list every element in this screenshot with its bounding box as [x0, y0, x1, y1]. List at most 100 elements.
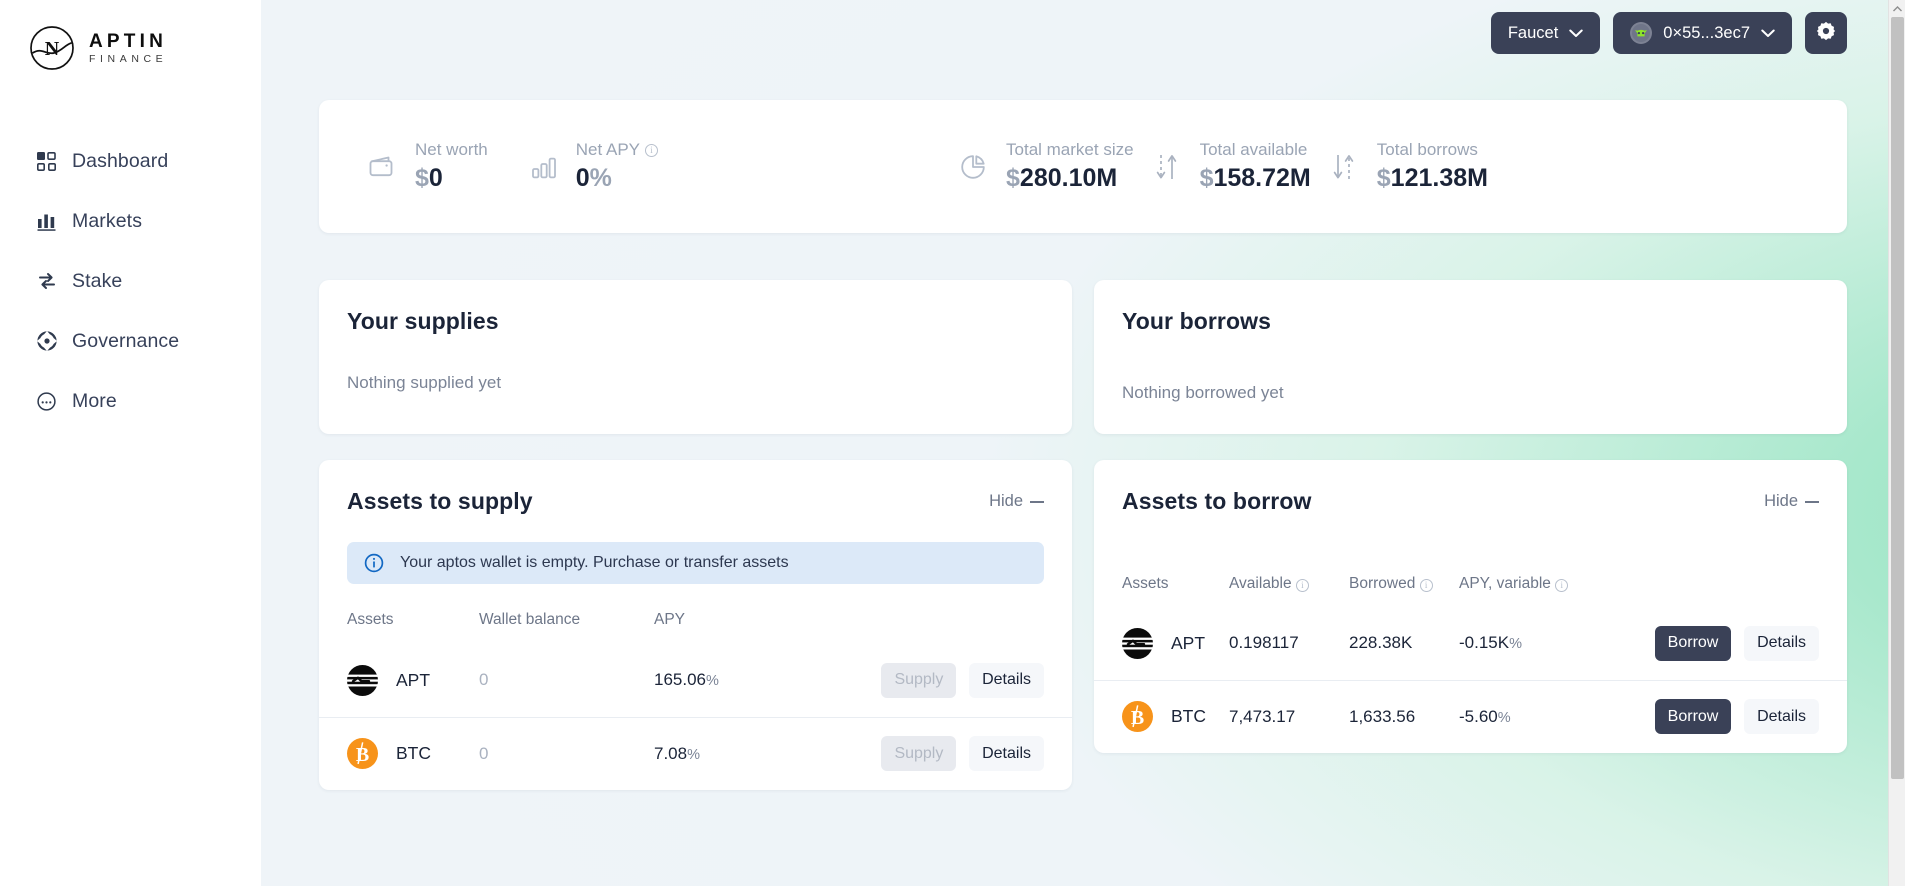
banner-text: Your aptos wallet is empty. Purchase or … — [400, 554, 789, 571]
apy-unit: % — [1497, 709, 1511, 726]
borrow-button[interactable]: Borrow — [1654, 625, 1732, 661]
wallet-icon — [367, 152, 397, 182]
value-number: 121.38M — [1390, 163, 1488, 192]
panel-header: Your supplies — [319, 280, 1072, 335]
hide-toggle-button[interactable]: Hide — [1764, 488, 1819, 511]
stat-total-borrows: Total borrows $121.38M — [1376, 139, 1488, 192]
stat-value: $280.10M — [1006, 163, 1134, 193]
svg-text:N: N — [45, 38, 60, 60]
table-row[interactable]: APT 0.198117 228.38K -0.15K% Borrow Deta… — [1094, 607, 1847, 680]
details-button[interactable]: Details — [969, 736, 1044, 772]
info-icon[interactable]: i — [645, 143, 659, 157]
aptos-coin-icon — [347, 664, 378, 696]
supply-button[interactable]: Supply — [881, 736, 957, 772]
scroll-up-arrow-icon[interactable] — [1889, 0, 1905, 17]
table-row[interactable]: B BTC 0 7.08% Supply Details — [319, 717, 1072, 790]
content-scroll-area: Net worth $0 Net APY i 0% Total market s… — [261, 66, 1905, 790]
currency-prefix: $ — [1006, 163, 1020, 192]
minus-icon — [1805, 500, 1819, 503]
faucet-button[interactable]: Faucet — [1490, 12, 1601, 54]
scrollbar-thumb[interactable] — [1891, 17, 1904, 779]
details-button[interactable]: Details — [969, 662, 1044, 698]
stat-value: $158.72M — [1199, 163, 1311, 193]
bitcoin-coin-icon: B — [347, 738, 378, 770]
borrow-button[interactable]: Borrow — [1654, 699, 1732, 735]
available-value: 7,473.17 — [1229, 706, 1296, 726]
asset-name: APT — [396, 669, 431, 690]
column-header-assets: Assets — [347, 611, 394, 628]
supply-button[interactable]: Supply — [881, 662, 957, 698]
value-number: 280.10M — [1019, 163, 1118, 192]
minus-icon — [1030, 500, 1044, 503]
stat-label: Total available — [1199, 139, 1308, 159]
column-header-assets: Assets — [1122, 575, 1169, 592]
hide-label: Hide — [1764, 492, 1798, 510]
sidebar-item-governance[interactable]: Governance — [0, 318, 261, 364]
info-icon[interactable]: i — [1295, 579, 1309, 592]
asset-cell: B BTC — [1122, 701, 1229, 733]
panel-header: Assets to supply Hide — [319, 460, 1072, 515]
left-column: Your supplies Nothing supplied yet Asset… — [319, 280, 1072, 790]
apy-unit: % — [1509, 636, 1522, 653]
asset-name: APT — [1171, 632, 1206, 653]
sidebar-item-label: More — [72, 389, 117, 412]
chevron-down-icon — [1569, 29, 1583, 38]
hide-toggle-button[interactable]: Hide — [989, 488, 1044, 511]
info-icon[interactable]: i — [1555, 579, 1569, 592]
column-header-apy-variable: APY, variable i — [1459, 575, 1569, 607]
brand-logo[interactable]: N APTIN FINANCE — [0, 0, 261, 72]
apy-value: 165.06% — [654, 644, 814, 717]
panels-grid: Your supplies Nothing supplied yet Asset… — [319, 280, 1847, 790]
stat-label-text: Net APY — [575, 139, 641, 159]
table-head: Assets Available i Borrowed i APY, varia… — [1094, 575, 1847, 607]
apy-value: 7.08% — [654, 717, 814, 790]
hide-label: Hide — [989, 492, 1023, 510]
stat-total-available: Total available $158.72M — [1199, 139, 1311, 193]
sidebar-item-markets[interactable]: Markets — [0, 198, 261, 244]
apy-unit: % — [687, 746, 700, 763]
wallet-address: 0×55...3ec7 — [1663, 23, 1750, 42]
stat-label: Net APY i — [575, 139, 659, 160]
details-button[interactable]: Details — [1744, 625, 1819, 661]
ellipsis-circle-icon — [36, 391, 57, 412]
wallet-balance-value: 0 — [479, 743, 489, 763]
row-actions: Borrow Details — [1568, 607, 1847, 680]
stat-label: Total borrows — [1376, 139, 1478, 159]
currency-prefix: $ — [1199, 163, 1214, 192]
panel-header: Assets to borrow Hide — [1094, 460, 1847, 515]
settings-button[interactable] — [1805, 12, 1847, 54]
row-actions: Supply Details — [814, 717, 1072, 790]
empty-state-text: Nothing supplied yet — [347, 373, 502, 392]
brand-name: APTIN — [89, 30, 167, 52]
info-icon[interactable]: i — [1419, 579, 1433, 592]
arrows-down-up-icon — [1311, 151, 1377, 183]
table-row[interactable]: APT 0 165.06% Supply Details — [319, 644, 1072, 717]
stat-label: Total market size — [1006, 139, 1134, 159]
sidebar-nav: Dashboard Markets Stake Governance More — [0, 138, 261, 424]
value-number: 0 — [575, 163, 590, 192]
sidebar-item-more[interactable]: More — [0, 378, 261, 424]
stat-value: $0 — [415, 164, 488, 193]
gear-icon — [1816, 21, 1836, 46]
apy-unit: % — [706, 673, 719, 690]
bars-icon — [530, 153, 558, 181]
borrowed-value: 228.38K — [1349, 633, 1413, 653]
page-scrollbar[interactable] — [1888, 0, 1905, 886]
wallet-button[interactable]: 0×55...3ec7 — [1613, 12, 1792, 54]
wallet-balance-value: 0 — [479, 670, 489, 690]
aptos-coin-icon — [1122, 627, 1153, 659]
bar-chart-icon — [36, 211, 57, 232]
stat-label: Net worth — [415, 139, 488, 159]
apy-number: -5.60 — [1459, 706, 1498, 726]
asset-name: BTC — [1171, 706, 1206, 727]
assets-to-borrow-table: Assets Available i Borrowed i APY, varia… — [1094, 575, 1847, 753]
sidebar-item-stake[interactable]: Stake — [0, 258, 261, 304]
sidebar-item-dashboard[interactable]: Dashboard — [0, 138, 261, 184]
column-header-available: Available i — [1229, 575, 1349, 607]
value-number: 158.72M — [1213, 163, 1311, 192]
borrowed-value: 1,633.56 — [1349, 706, 1416, 726]
details-button[interactable]: Details — [1744, 699, 1819, 735]
pontem-wallet-icon — [1630, 22, 1653, 44]
table-row[interactable]: B BTC 7,473.17 1,633.56 -5.60% Borrow De… — [1094, 680, 1847, 753]
apy-number: 7.08 — [654, 743, 688, 763]
